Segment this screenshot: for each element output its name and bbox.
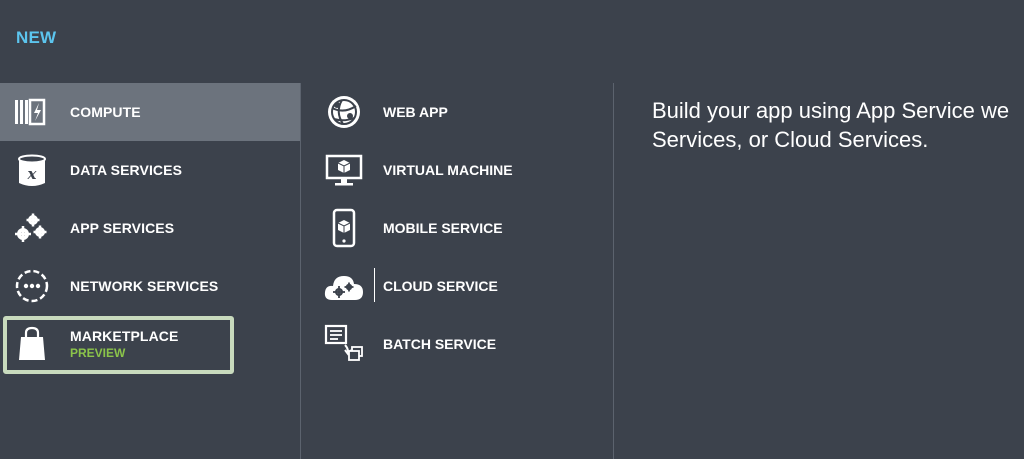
item-label: WEB APP: [383, 104, 448, 120]
mobile-service-icon: [323, 208, 365, 248]
category-label: DATA SERVICES: [70, 162, 183, 178]
category-network-services[interactable]: NETWORK SERVICES: [0, 257, 300, 315]
page-title: NEW: [16, 28, 57, 47]
data-services-icon: x: [13, 152, 51, 188]
description-text: Build your app using App Service we Serv…: [652, 96, 1024, 154]
virtual-machine-icon: [323, 150, 365, 190]
category-data-services[interactable]: x DATA SERVICES: [0, 141, 300, 199]
item-label: MOBILE SERVICE: [383, 220, 503, 236]
category-label: COMPUTE: [70, 104, 141, 120]
description-line: Services, or Cloud Services.: [652, 127, 929, 152]
item-label: CLOUD SERVICE: [383, 278, 498, 294]
category-compute[interactable]: COMPUTE: [0, 83, 300, 141]
cloud-service-icon: [323, 266, 365, 306]
category-app-services[interactable]: APP SERVICES: [0, 199, 300, 257]
item-label: BATCH SERVICE: [383, 336, 497, 352]
category-label: APP SERVICES: [70, 220, 175, 236]
marketplace-highlight-box: [3, 316, 234, 374]
category-list: COMPUTE x DATA SERVICES APP SERVICES NET…: [0, 83, 300, 374]
web-app-icon: [323, 92, 365, 132]
item-virtual-machine[interactable]: VIRTUAL MACHINE: [301, 141, 613, 199]
column-divider: [613, 83, 614, 459]
app-services-icon: [13, 210, 51, 246]
compute-icon: [13, 94, 51, 130]
item-cloud-service[interactable]: CLOUD SERVICE: [301, 257, 613, 315]
item-batch-service[interactable]: BATCH SERVICE: [301, 315, 613, 373]
compute-item-list: WEB APP VIRTUAL MACHINE MOBILE SERVICE C…: [301, 83, 613, 373]
item-label: VIRTUAL MACHINE: [383, 162, 513, 178]
item-mobile-service[interactable]: MOBILE SERVICE: [301, 199, 613, 257]
batch-service-icon: [323, 324, 365, 364]
description-line: Build your app using App Service we: [652, 98, 1010, 123]
item-web-app[interactable]: WEB APP: [301, 83, 613, 141]
text-cursor: [374, 268, 375, 302]
network-services-icon: [13, 268, 51, 304]
category-label: NETWORK SERVICES: [70, 278, 219, 294]
svg-text:x: x: [27, 165, 38, 183]
